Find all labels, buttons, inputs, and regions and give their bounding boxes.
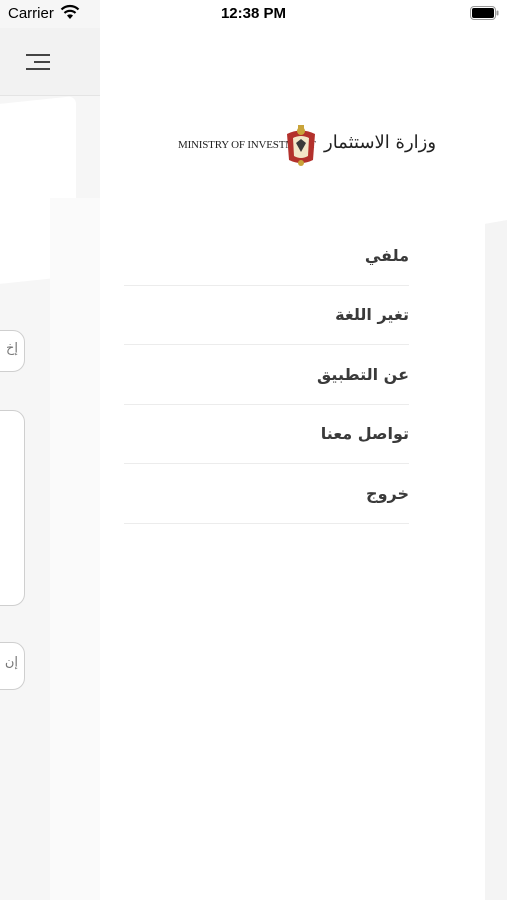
menu-item-label: تواصل معنا	[320, 424, 409, 444]
battery-icon	[470, 6, 499, 20]
clock: 12:38 PM	[220, 5, 287, 22]
menu-item-about-app[interactable]: عن التطبيق	[124, 345, 409, 405]
drawer-edge-decoration	[485, 220, 507, 900]
coat-of-arms-icon	[287, 125, 315, 166]
background-input[interactable]: إخ	[0, 330, 25, 372]
menu-item-label: تغير اللغة	[335, 305, 409, 325]
menu-item-profile[interactable]: ملفي	[124, 226, 409, 286]
background-header	[0, 28, 100, 96]
menu-icon[interactable]	[24, 52, 52, 72]
side-drawer: MINISTRY OF INVESTMENT وزارة الاستثمار م…	[100, 0, 507, 900]
background-strip	[50, 198, 100, 900]
drawer-menu: ملفي تغير اللغة عن التطبيق تواصل معنا خر…	[124, 226, 409, 524]
logo-arabic-text: وزارة الاستثمار	[324, 132, 437, 153]
status-bar: Carrier 12:38 PM	[0, 0, 507, 28]
background-textarea[interactable]	[0, 410, 25, 606]
ministry-logo: MINISTRY OF INVESTMENT وزارة الاستثمار	[178, 124, 436, 170]
background-input[interactable]: إن	[0, 642, 25, 690]
menu-item-contact-us[interactable]: تواصل معنا	[124, 405, 409, 464]
menu-item-logout[interactable]: خروج	[124, 464, 409, 524]
menu-item-label: ملفي	[364, 245, 409, 265]
background-screen: إخ إن	[0, 28, 100, 900]
menu-item-change-language[interactable]: تغير اللغة	[124, 286, 409, 345]
menu-item-label: عن التطبيق	[317, 364, 409, 384]
menu-item-label: خروج	[366, 483, 409, 503]
